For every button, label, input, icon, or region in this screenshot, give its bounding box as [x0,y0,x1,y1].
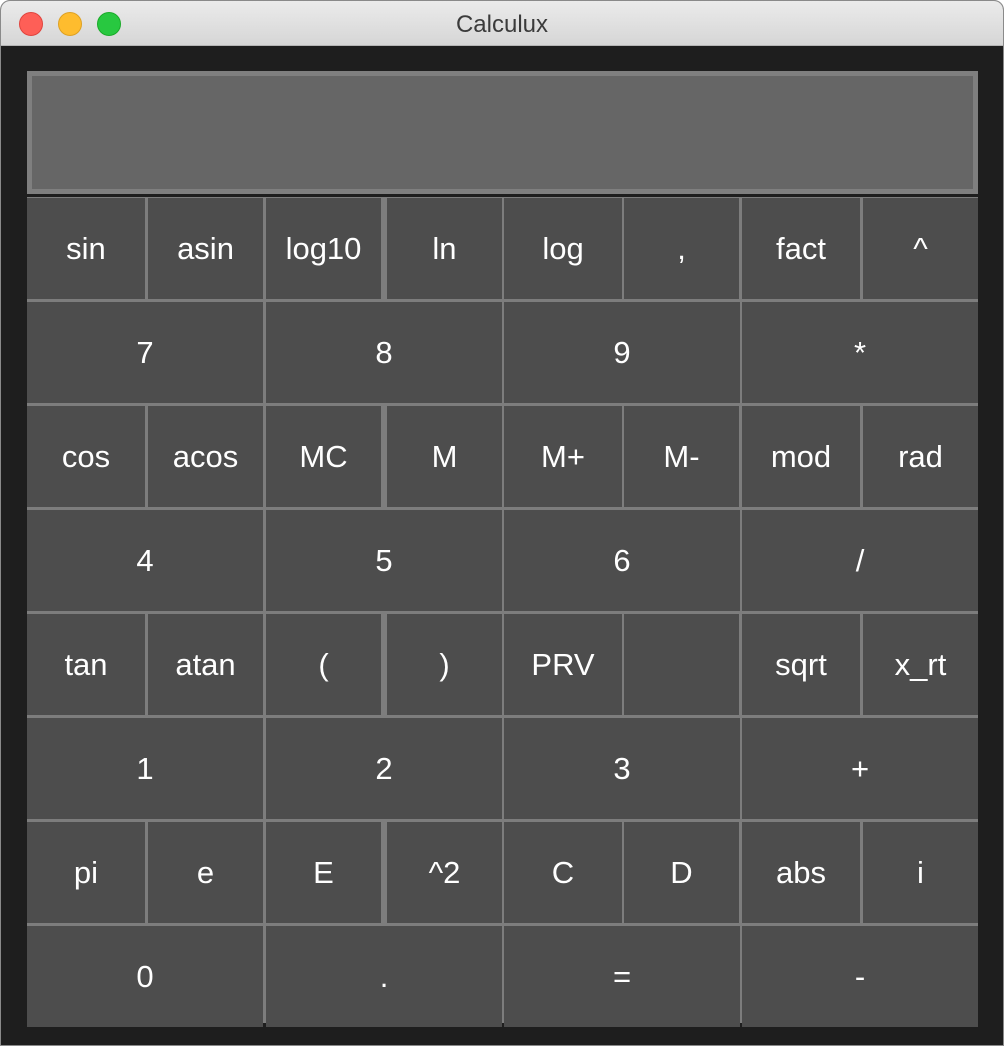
divide-button[interactable]: / [742,510,978,611]
equals-button[interactable]: = [504,926,740,1027]
keypad-row: 0. = - [27,925,978,1027]
keypad-row: pi e E ^2 C Dabs i [27,821,978,923]
previous-button[interactable]: PRV [504,614,622,715]
window-title: Calculux [455,11,549,38]
mod-button[interactable]: mod [742,406,860,507]
imaginary-button[interactable]: i [863,822,978,923]
digit-7-button[interactable]: 7 [27,302,263,403]
memory-button[interactable]: M [387,406,502,507]
digit-8-button[interactable]: 8 [266,302,502,403]
keypad-row: cos acos MC M M+ M-mod rad [27,405,978,507]
delete-button[interactable]: D [624,822,739,923]
digit-1-button[interactable]: 1 [27,718,263,819]
atan-button[interactable]: atan [148,614,263,715]
calculator-display[interactable] [27,71,978,194]
fact-button[interactable]: fact [742,198,860,299]
calculator-body: sin asin log10 ln log, fact ^ 7 8 9 * cos acos MC M M+ M… [1,46,1003,1045]
keypad-row: 4 5 6/ [27,509,978,611]
open-paren-button[interactable]: ( [266,614,381,715]
asin-button[interactable]: asin [148,198,263,299]
log10-button[interactable]: log10 [266,198,381,299]
digit-0-button[interactable]: 0 [27,926,263,1027]
clear-button[interactable]: C [504,822,622,923]
plus-button[interactable]: + [742,718,978,819]
keypad-row: sin asin log10 ln log, fact ^ [27,197,978,299]
abs-button[interactable]: abs [742,822,860,923]
rad-button[interactable]: rad [863,406,978,507]
tan-button[interactable]: tan [27,614,145,715]
digit-3-button[interactable]: 3 [504,718,740,819]
digit-6-button[interactable]: 6 [504,510,740,611]
digit-5-button[interactable]: 5 [266,510,502,611]
calculator-window: Calculux sin asin log10 ln log, fact ^ 7 8 9 * cos a… [0,0,1004,1046]
x-root-button[interactable]: x_rt [863,614,978,715]
digit-2-button[interactable]: 2 [266,718,502,819]
title-bar[interactable]: Calculux [1,1,1003,46]
power-button[interactable]: ^ [863,198,978,299]
acos-button[interactable]: acos [148,406,263,507]
keypad-row: tan atan() PRV sqrt x_rt [27,613,978,715]
log-button[interactable]: log [504,198,622,299]
comma-button[interactable]: , [624,198,739,299]
memory-clear-button[interactable]: MC [266,406,381,507]
blank-button[interactable] [624,614,739,715]
ln-button[interactable]: ln [387,198,502,299]
multiply-button[interactable]: * [742,302,978,403]
close-paren-button[interactable]: ) [387,614,502,715]
keypad: sin asin log10 ln log, fact ^ 7 8 9 * cos acos MC M M+ M… [27,197,978,1027]
square-button[interactable]: ^2 [387,822,502,923]
cos-button[interactable]: cos [27,406,145,507]
memory-subtract-button[interactable]: M- [624,406,739,507]
keypad-row: 7 8 9 * [27,301,978,403]
sqrt-button[interactable]: sqrt [742,614,860,715]
digit-9-button[interactable]: 9 [504,302,740,403]
digit-4-button[interactable]: 4 [27,510,263,611]
sin-button[interactable]: sin [27,198,145,299]
memory-add-button[interactable]: M+ [504,406,622,507]
euler-e-button[interactable]: e [148,822,263,923]
pi-button[interactable]: pi [27,822,145,923]
keypad-row: 1 2 3 + [27,717,978,819]
decimal-point-button[interactable]: . [266,926,502,1027]
minus-button[interactable]: - [742,926,978,1027]
exponent-e-button[interactable]: E [266,822,381,923]
